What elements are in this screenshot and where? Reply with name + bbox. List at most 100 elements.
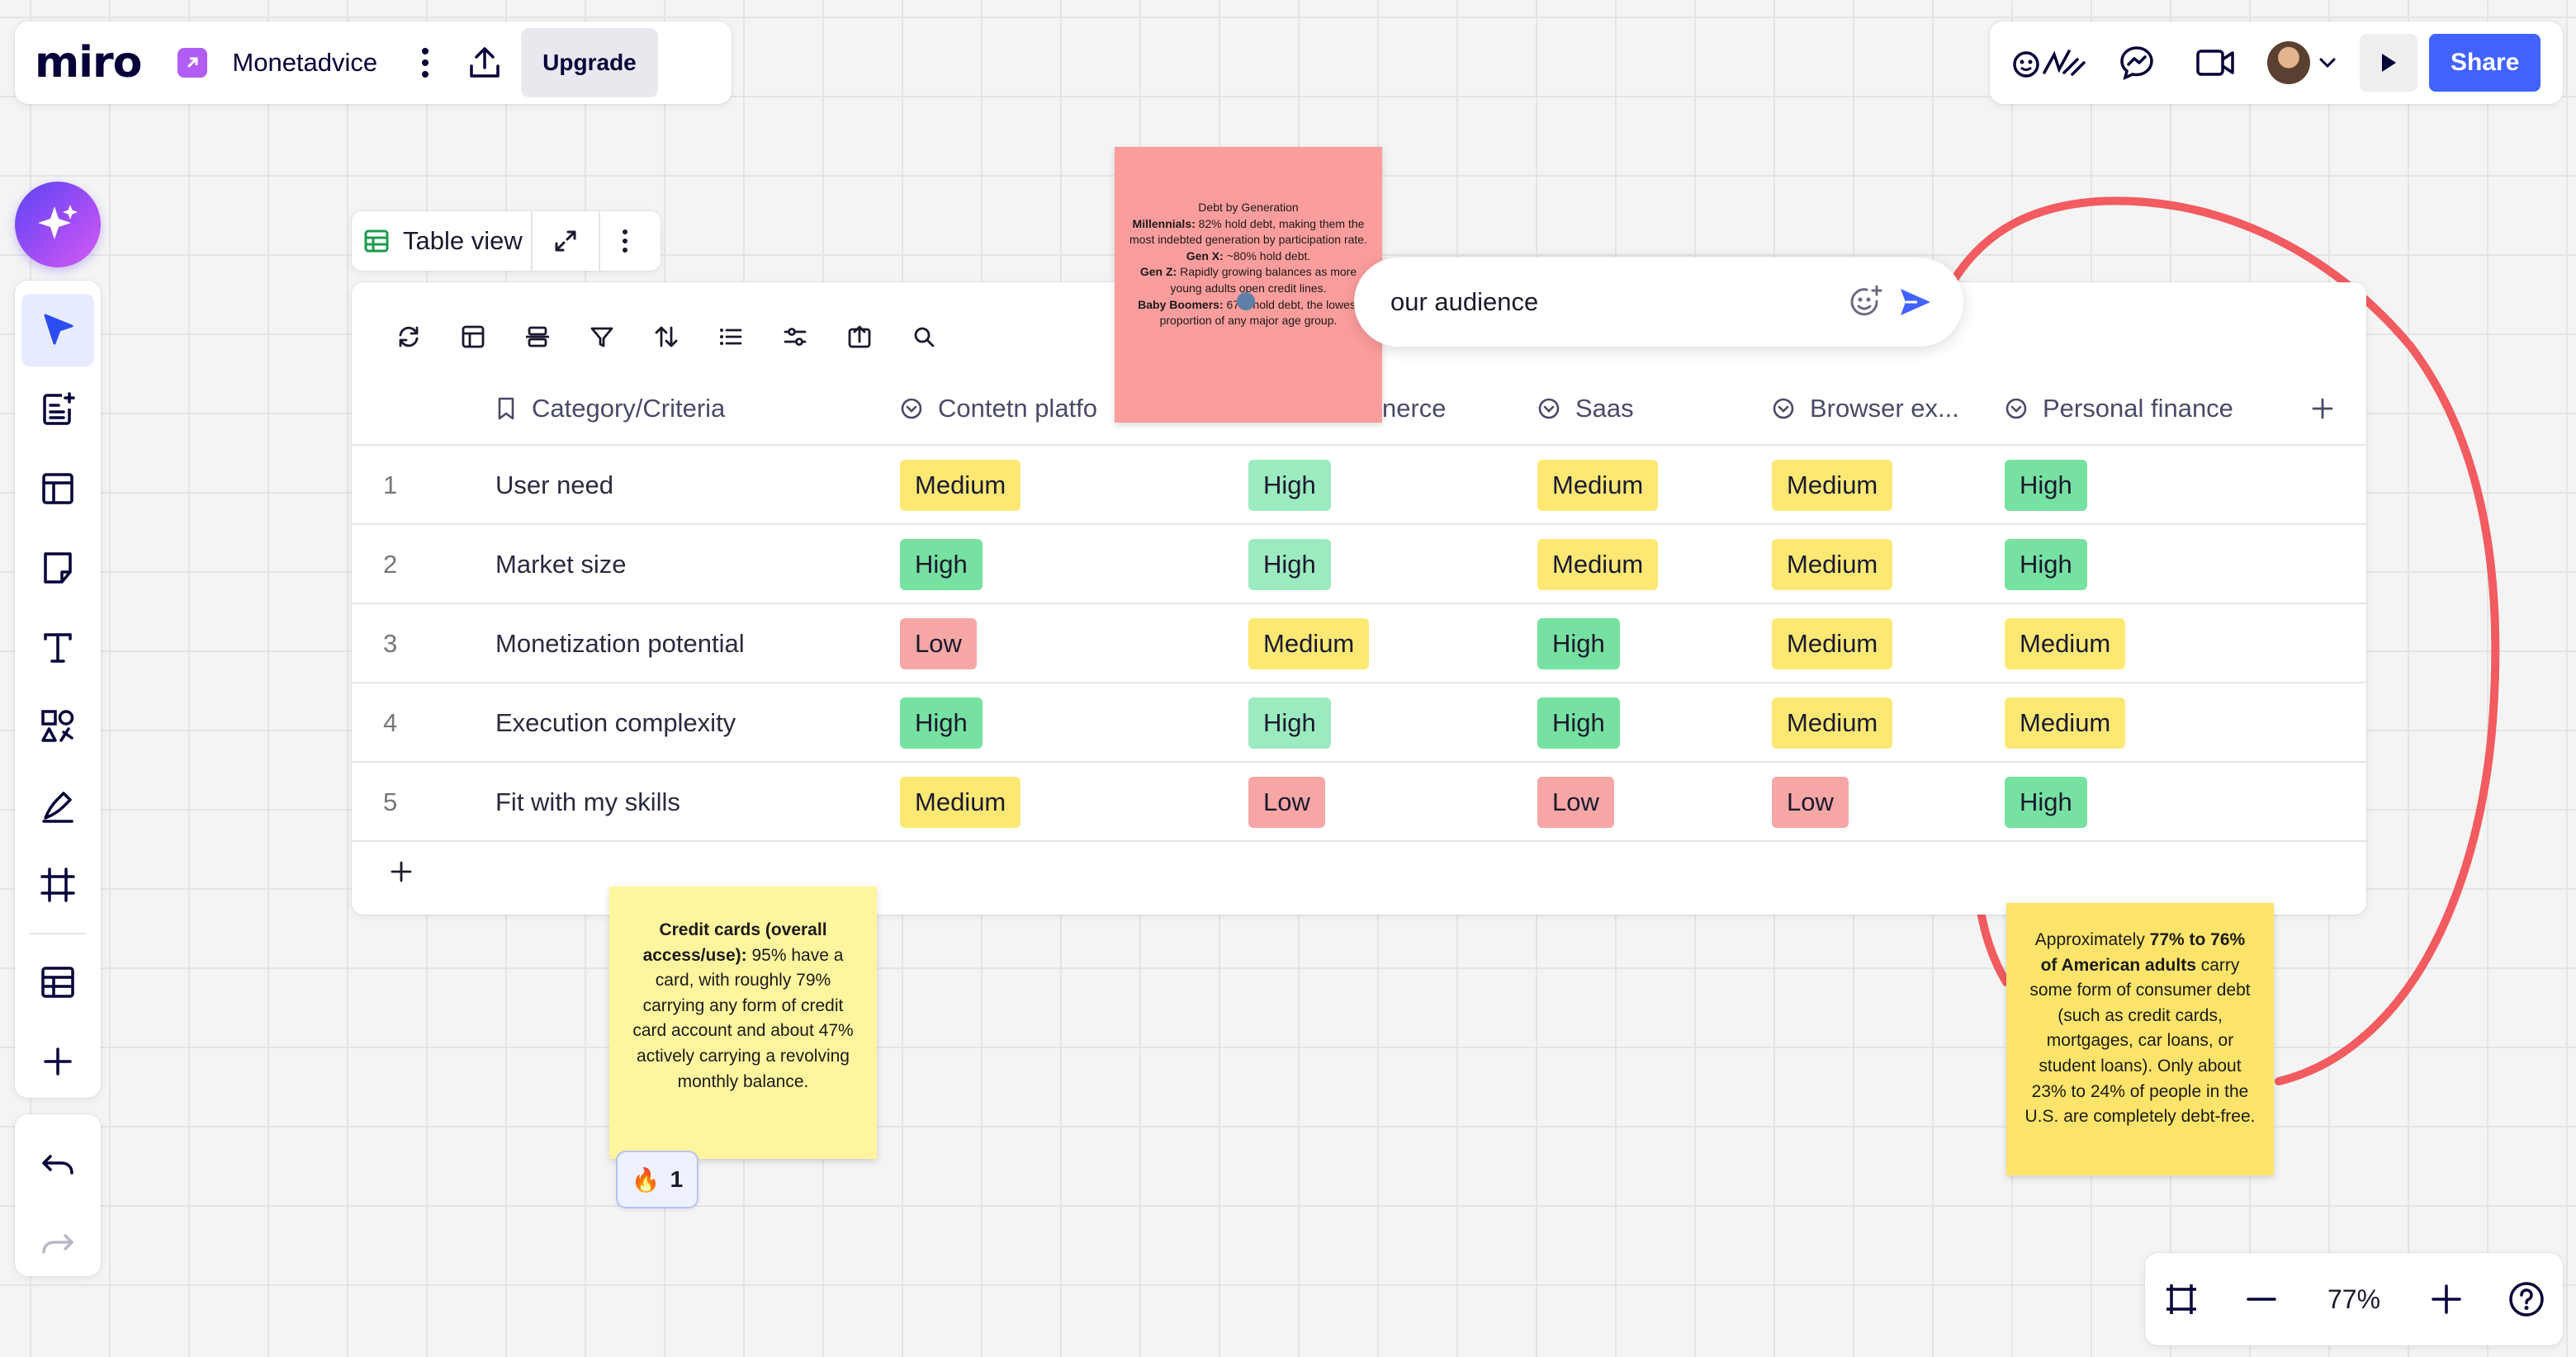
reaction-fire-badge[interactable]: 🔥 1 — [616, 1151, 698, 1208]
miro-logo[interactable]: miro — [35, 38, 142, 87]
search-icon[interactable] — [892, 307, 956, 366]
reactions-icon[interactable] — [2008, 38, 2091, 87]
rating-cell[interactable]: High — [2005, 446, 2087, 525]
column-header-criteria[interactable]: Category/Criteria — [495, 371, 725, 446]
rating-cell[interactable]: Low — [900, 604, 977, 683]
sticky-note-credit-cards[interactable]: Credit cards (overall access/use): 95% h… — [609, 887, 877, 1159]
frame-tool-icon[interactable] — [21, 849, 94, 921]
rating-chip: Medium — [2005, 697, 2126, 749]
table-row[interactable]: 2 Market size High High Medium Medium High — [352, 525, 2366, 604]
upgrade-button[interactable]: Upgrade — [521, 28, 658, 97]
share-out-icon[interactable] — [827, 307, 892, 366]
rating-cell[interactable]: Low — [1248, 763, 1325, 842]
refresh-icon[interactable] — [376, 307, 441, 366]
layout-frame-tool-icon[interactable] — [21, 452, 94, 525]
rating-cell[interactable]: Low — [1537, 763, 1614, 842]
rating-cell[interactable]: Medium — [1248, 604, 1370, 683]
export-icon[interactable] — [460, 38, 509, 87]
expand-icon[interactable] — [541, 216, 590, 266]
table-row[interactable]: 1 User need Medium High Medium Medium High — [352, 446, 2366, 525]
rating-cell[interactable]: High — [2005, 525, 2087, 604]
rating-chip: Medium — [1772, 618, 1893, 669]
pen-tool-icon[interactable] — [21, 769, 94, 842]
column-header-ecommerce[interactable]: nerce — [1382, 371, 1447, 446]
table-tool-icon[interactable] — [21, 946, 94, 1019]
row-criteria[interactable]: Market size — [495, 525, 626, 604]
rating-cell[interactable]: Low — [1772, 763, 1849, 842]
rating-cell[interactable]: Medium — [1772, 525, 1893, 604]
chat-icon[interactable] — [2112, 38, 2162, 87]
rating-cell[interactable]: High — [1248, 683, 1331, 763]
undo-icon[interactable] — [21, 1128, 94, 1200]
select-tool[interactable] — [21, 294, 94, 366]
table-row[interactable]: 5 Fit with my skills Medium Low Low Low High — [352, 763, 2366, 842]
share-button[interactable]: Share — [2429, 34, 2541, 92]
rating-cell[interactable]: High — [2005, 763, 2087, 842]
rating-chip: Medium — [1772, 460, 1893, 511]
rating-cell[interactable]: Medium — [2005, 683, 2126, 763]
send-icon[interactable] — [1891, 277, 1940, 327]
column-header-content-platform[interactable]: Contetn platfo — [900, 371, 1097, 446]
table-view-label[interactable]: Table view — [403, 226, 523, 256]
more-tools-plus-icon[interactable] — [21, 1025, 94, 1098]
add-column-plus-icon[interactable] — [2310, 371, 2335, 446]
fit-to-screen-icon[interactable] — [2157, 1274, 2206, 1324]
help-icon[interactable] — [2502, 1274, 2551, 1324]
board-name[interactable]: Monetadvice — [232, 48, 377, 78]
rating-cell[interactable]: High — [900, 525, 983, 604]
rating-cell[interactable]: Medium — [1772, 446, 1893, 525]
comment-input[interactable] — [1390, 287, 1841, 317]
user-avatar[interactable] — [2267, 41, 2310, 84]
rating-cell[interactable]: Medium — [1537, 446, 1659, 525]
column-header-saas[interactable]: Saas — [1537, 371, 1634, 446]
rating-cell[interactable]: Medium — [900, 446, 1021, 525]
sticky-note-consumer-debt[interactable]: Approximately 77% to 76% of American adu… — [2006, 903, 2274, 1175]
templates-tool-icon[interactable] — [21, 373, 94, 446]
rating-cell[interactable]: Medium — [1537, 525, 1659, 604]
shapes-tool-icon[interactable] — [21, 690, 94, 763]
rating-cell[interactable]: High — [900, 683, 983, 763]
rating-cell[interactable]: High — [1537, 683, 1620, 763]
more-options-icon[interactable] — [400, 38, 450, 87]
redo-icon[interactable] — [21, 1207, 94, 1279]
sticky-note-debt-by-generation[interactable]: Debt by Generation Millennials: 82% hold… — [1115, 147, 1382, 423]
ai-assistant-sparkle-icon[interactable] — [15, 182, 101, 267]
column-header-browser-extension[interactable]: Browser ex... — [1772, 371, 1959, 446]
list-icon[interactable] — [698, 307, 763, 366]
rating-cell[interactable]: Medium — [900, 763, 1021, 842]
comment-anchor-dot[interactable] — [1237, 292, 1255, 310]
table-more-icon[interactable] — [608, 216, 642, 266]
row-criteria[interactable]: Monetization potential — [495, 604, 745, 683]
zoom-level[interactable]: 77% — [2317, 1284, 2391, 1315]
chevron-down-icon[interactable] — [2318, 57, 2337, 69]
board-icon[interactable] — [178, 48, 208, 78]
filter-icon[interactable] — [570, 307, 634, 366]
column-header-personal-finance[interactable]: Personal finance — [2005, 371, 2233, 446]
rating-cell[interactable]: High — [1537, 604, 1620, 683]
zoom-out-icon[interactable] — [2237, 1274, 2286, 1324]
history-toolbar — [15, 1114, 101, 1276]
zoom-in-icon[interactable] — [2422, 1274, 2471, 1324]
sticky-text-pre: Approximately — [2034, 930, 2150, 949]
row-criteria[interactable]: Execution complexity — [495, 683, 736, 763]
table-row[interactable]: 3 Monetization potential Low Medium High Medi… — [352, 604, 2366, 683]
rating-cell[interactable]: High — [1248, 525, 1331, 604]
add-row-plus-icon[interactable] — [376, 847, 426, 896]
sticky-note-tool-icon[interactable] — [21, 532, 94, 604]
group-icon[interactable] — [505, 307, 570, 366]
table-row[interactable]: 4 Execution complexity High High High Medium M… — [352, 683, 2366, 763]
layout-icon[interactable] — [441, 307, 505, 366]
rating-cell[interactable]: Medium — [2005, 604, 2126, 683]
sort-icon[interactable] — [634, 307, 698, 366]
emoji-picker-icon[interactable] — [1841, 277, 1891, 327]
rating-cell[interactable]: Medium — [1772, 683, 1893, 763]
rating-cell[interactable]: High — [1248, 446, 1331, 525]
row-criteria[interactable]: User need — [495, 446, 613, 525]
video-call-icon[interactable] — [2191, 38, 2241, 87]
text-tool-icon[interactable] — [21, 611, 94, 683]
status-column-icon — [900, 397, 923, 420]
present-play-icon[interactable] — [2360, 34, 2417, 92]
settings-sliders-icon[interactable] — [763, 307, 827, 366]
row-criteria[interactable]: Fit with my skills — [495, 763, 680, 842]
rating-cell[interactable]: Medium — [1772, 604, 1893, 683]
